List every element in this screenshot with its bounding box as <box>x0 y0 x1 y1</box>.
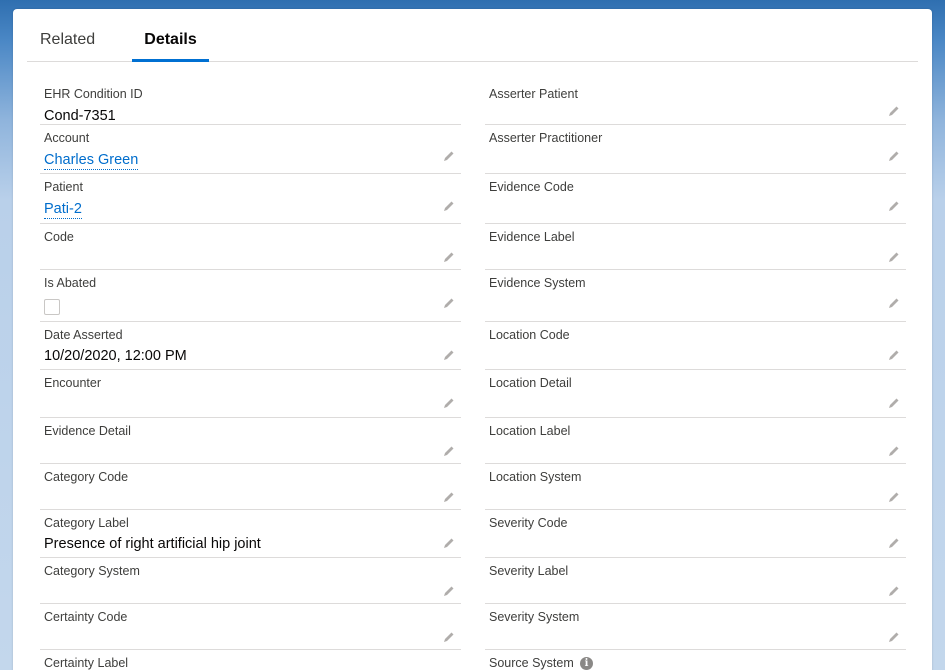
field-certainty-code: Certainty Code <box>40 604 461 650</box>
field-evidence-label: Evidence Label <box>485 224 906 270</box>
tab-details[interactable]: Details <box>132 31 209 62</box>
record-detail-card: Related Details EHR Condition ID Cond-73… <box>13 9 932 670</box>
pencil-icon[interactable] <box>888 491 900 503</box>
is-abated-checkbox[interactable] <box>44 299 60 315</box>
field-code: Code <box>40 224 461 270</box>
field-label: Evidence System <box>489 276 586 290</box>
info-icon[interactable]: i <box>580 657 593 670</box>
field-ehr-condition-id: EHR Condition ID Cond-7351 <box>40 81 461 125</box>
field-evidence-code: Evidence Code <box>485 174 906 224</box>
field-label: Source System <box>489 656 574 670</box>
pencil-icon[interactable] <box>443 297 455 309</box>
field-location-system: Location System <box>485 464 906 510</box>
field-asserter-practitioner: Asserter Practitioner <box>485 125 906 174</box>
field-label: Location Label <box>489 424 571 438</box>
field-label: Is Abated <box>44 276 97 290</box>
tab-related[interactable]: Related <box>40 31 95 61</box>
field-label: Evidence Detail <box>44 424 131 438</box>
pencil-icon[interactable] <box>443 150 455 162</box>
field-value: 10/20/2020, 12:00 PM <box>44 348 187 364</box>
field-account: Account Charles Green <box>40 125 461 174</box>
pencil-icon[interactable] <box>443 491 455 503</box>
pencil-icon[interactable] <box>888 445 900 457</box>
field-label: Asserter Patient <box>489 87 578 101</box>
patient-link[interactable]: Pati-2 <box>44 201 82 219</box>
field-severity-system: Severity System <box>485 604 906 650</box>
field-label: Certainty Label <box>44 656 129 670</box>
field-value: Cond-7351 <box>44 108 116 124</box>
field-location-detail: Location Detail <box>485 370 906 418</box>
field-severity-code: Severity Code <box>485 510 906 558</box>
field-label: Category Code <box>44 470 129 484</box>
field-label: Severity Code <box>489 516 568 530</box>
pencil-icon[interactable] <box>888 631 900 643</box>
field-label: Evidence Label <box>489 230 575 244</box>
pencil-icon[interactable] <box>443 349 455 361</box>
pencil-icon[interactable] <box>888 150 900 162</box>
field-label: Code <box>44 230 74 244</box>
pencil-icon[interactable] <box>443 445 455 457</box>
field-label: EHR Condition ID <box>44 87 143 101</box>
field-label: Encounter <box>44 376 101 390</box>
field-label: Location Detail <box>489 376 572 390</box>
pencil-icon[interactable] <box>443 631 455 643</box>
field-value: Presence of right artificial hip joint <box>44 536 261 552</box>
pencil-icon[interactable] <box>443 585 455 597</box>
pencil-icon[interactable] <box>443 200 455 212</box>
field-category-system: Category System <box>40 558 461 604</box>
field-severity-label: Severity Label <box>485 558 906 604</box>
field-category-label: Category Label Presence of right artific… <box>40 510 461 558</box>
field-is-abated: Is Abated <box>40 270 461 322</box>
field-label: Location System <box>489 470 582 484</box>
field-evidence-detail: Evidence Detail <box>40 418 461 464</box>
field-label: Severity Label <box>489 564 569 578</box>
field-asserter-patient: Asserter Patient <box>485 81 906 125</box>
field-location-label: Location Label <box>485 418 906 464</box>
field-encounter: Encounter <box>40 370 461 418</box>
field-patient: Patient Pati-2 <box>40 174 461 224</box>
field-label: Certainty Code <box>44 610 128 624</box>
field-label: Patient <box>44 180 83 194</box>
field-label: Date Asserted <box>44 328 123 342</box>
field-label: Asserter Practitioner <box>489 131 603 145</box>
field-label: Severity System <box>489 610 580 624</box>
field-label: Evidence Code <box>489 180 574 194</box>
pencil-icon[interactable] <box>443 537 455 549</box>
field-label: Location Code <box>489 328 570 342</box>
field-date-asserted: Date Asserted 10/20/2020, 12:00 PM <box>40 322 461 370</box>
pencil-icon[interactable] <box>443 397 455 409</box>
field-category-code: Category Code <box>40 464 461 510</box>
field-source-system: Source System i <box>485 650 906 670</box>
pencil-icon[interactable] <box>888 585 900 597</box>
field-certainty-label: Certainty Label <box>40 650 461 670</box>
pencil-icon[interactable] <box>443 251 455 263</box>
pencil-icon[interactable] <box>888 297 900 309</box>
tab-bar: Related Details <box>27 9 918 62</box>
field-label: Category Label <box>44 516 129 530</box>
pencil-icon[interactable] <box>888 105 900 117</box>
field-label: Account <box>44 131 90 145</box>
field-location-code: Location Code <box>485 322 906 370</box>
field-evidence-system: Evidence System <box>485 270 906 322</box>
field-label: Category System <box>44 564 140 578</box>
pencil-icon[interactable] <box>888 251 900 263</box>
pencil-icon[interactable] <box>888 397 900 409</box>
pencil-icon[interactable] <box>888 349 900 361</box>
pencil-icon[interactable] <box>888 537 900 549</box>
account-link[interactable]: Charles Green <box>44 152 139 170</box>
pencil-icon[interactable] <box>888 200 900 212</box>
